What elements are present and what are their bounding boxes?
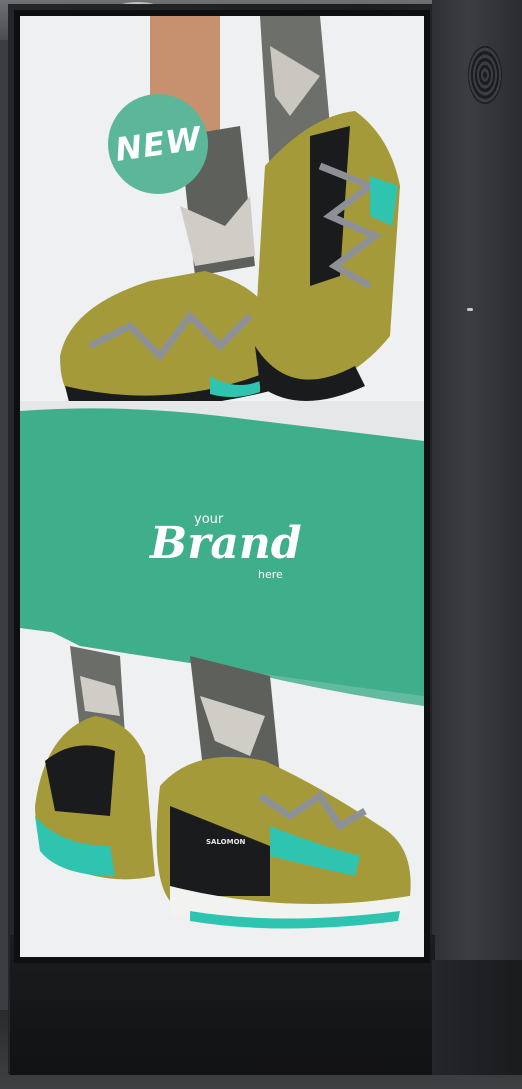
new-badge-text: NEW — [112, 119, 204, 169]
sensor-light — [467, 308, 473, 311]
brand-main-text: Brand — [150, 518, 302, 569]
speaker-grille-icon — [468, 46, 502, 104]
new-badge: NEW — [108, 94, 208, 194]
shoe-top-left — [60, 271, 270, 401]
shoe-tongue-logo: SALOMON — [206, 838, 246, 846]
kiosk-scene: NEW your Brand here SALOMON — [0, 0, 522, 1089]
kiosk-side-panel — [432, 0, 522, 1075]
kiosk-base-side — [432, 960, 522, 1075]
brand-here-text: here — [258, 568, 283, 581]
shoe-bottom-left-heel — [45, 745, 115, 816]
display-screen: NEW your Brand here SALOMON — [20, 16, 424, 957]
shoe-artwork — [20, 16, 424, 929]
brand-logo: your Brand here — [140, 506, 302, 596]
